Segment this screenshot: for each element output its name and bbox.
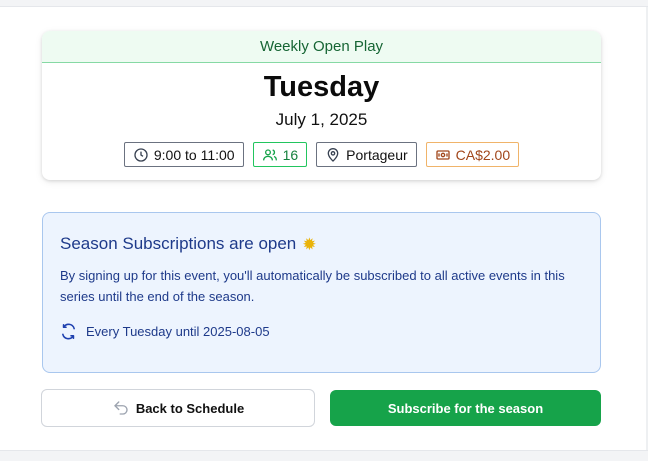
- cash-icon: [435, 149, 450, 160]
- price-chip-label: CA$2.00: [455, 146, 511, 163]
- location-chip-label: Portageur: [346, 146, 408, 163]
- back-arrow-icon: [114, 401, 128, 415]
- top-divider: [0, 0, 648, 7]
- event-series-header: Weekly Open Play: [42, 31, 601, 63]
- attendees-chip-label: 16: [282, 146, 299, 163]
- back-to-schedule-label: Back to Schedule: [135, 400, 245, 416]
- time-chip: 9:00 to 11:00: [123, 142, 244, 167]
- back-to-schedule-button[interactable]: Back to Schedule: [41, 389, 315, 427]
- event-info-chips: 9:00 to 11:00 16 Portageur CA$2.00: [42, 142, 601, 167]
- season-title-text: Season Subscriptions are open: [60, 234, 297, 253]
- time-chip-label: 9:00 to 11:00: [153, 146, 235, 163]
- season-title: Season Subscriptions are open ✹: [60, 233, 583, 255]
- attendees-chip: 16: [252, 142, 308, 167]
- users-icon: [262, 148, 277, 160]
- season-subscription-notice: Season Subscriptions are open ✹ By signi…: [42, 212, 601, 373]
- subscribe-season-label: Subscribe for the season: [387, 400, 544, 416]
- map-pin-icon: [327, 147, 339, 162]
- clock-icon: [134, 147, 148, 162]
- event-series-name: Weekly Open Play: [259, 38, 384, 55]
- repeat-icon: [62, 323, 75, 340]
- price-chip: CA$2.00: [425, 142, 520, 167]
- event-card: Weekly Open Play Tuesday July 1, 2025 9:…: [42, 31, 601, 180]
- location-chip: Portageur: [316, 142, 417, 167]
- season-description: By signing up for this event, you'll aut…: [60, 268, 565, 304]
- event-day: Tuesday: [263, 71, 380, 103]
- subscribe-season-button[interactable]: Subscribe for the season: [330, 390, 601, 426]
- season-repeat-info: Every Tuesday until 2025-08-05: [60, 323, 583, 340]
- bottom-divider: [0, 450, 648, 461]
- sun-icon: ✹: [302, 234, 317, 254]
- event-date: July 1, 2025: [275, 110, 368, 129]
- season-repeat-text: Every Tuesday until 2025-08-05: [86, 324, 270, 339]
